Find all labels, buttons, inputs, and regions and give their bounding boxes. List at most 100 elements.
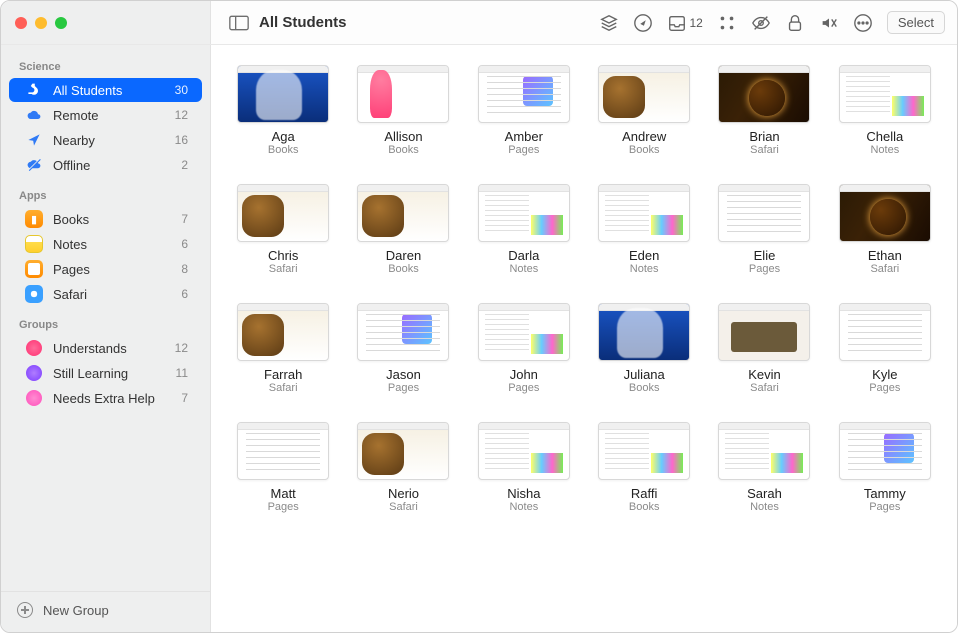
navigate-icon[interactable] bbox=[633, 13, 653, 33]
sidebar-item-label: All Students bbox=[53, 83, 165, 98]
student-tile[interactable]: JasonPages bbox=[357, 303, 449, 394]
student-app: Pages bbox=[869, 382, 900, 394]
screen-thumbnail bbox=[237, 422, 329, 480]
student-name: Chris bbox=[268, 248, 298, 263]
student-app: Pages bbox=[388, 382, 419, 394]
sidebar-item-label: Notes bbox=[53, 237, 171, 252]
student-tile[interactable]: EthanSafari bbox=[839, 184, 931, 275]
student-name: Sarah bbox=[747, 486, 782, 501]
sidebar-section-header: Apps bbox=[1, 184, 210, 206]
student-tile[interactable]: TammyPages bbox=[839, 422, 931, 513]
screen-thumbnail bbox=[718, 65, 810, 123]
student-name: Raffi bbox=[631, 486, 658, 501]
student-name: Kevin bbox=[748, 367, 781, 382]
student-tile[interactable]: AmberPages bbox=[478, 65, 570, 156]
sidebar-item-label: Needs Extra Help bbox=[53, 391, 171, 406]
student-tile[interactable]: DarlaNotes bbox=[478, 184, 570, 275]
student-tile[interactable]: AgaBooks bbox=[237, 65, 329, 156]
sidebar-item-label: Books bbox=[53, 212, 171, 227]
screen-thumbnail bbox=[237, 184, 329, 242]
microscope-icon bbox=[25, 81, 43, 99]
student-app: Books bbox=[629, 501, 660, 513]
sidebar-item-label: Safari bbox=[53, 287, 171, 302]
body: ScienceAll Students30Remote12Nearby16Off… bbox=[1, 45, 957, 632]
screen-thumbnail bbox=[357, 422, 449, 480]
student-app: Pages bbox=[508, 144, 539, 156]
student-name: Ethan bbox=[868, 248, 902, 263]
screen-thumbnail bbox=[839, 303, 931, 361]
student-name: Nerio bbox=[388, 486, 419, 501]
student-tile[interactable]: EdenNotes bbox=[598, 184, 690, 275]
screen-thumbnail bbox=[357, 65, 449, 123]
student-app: Notes bbox=[509, 263, 538, 275]
student-tile[interactable]: RaffiBooks bbox=[598, 422, 690, 513]
student-tile[interactable]: ChrisSafari bbox=[237, 184, 329, 275]
sidebar-item-count: 6 bbox=[181, 287, 188, 301]
maximize-button[interactable] bbox=[55, 17, 67, 29]
sidebar-toggle-icon[interactable] bbox=[229, 15, 249, 31]
student-name: Matt bbox=[271, 486, 296, 501]
sidebar-item-offline[interactable]: Offline2 bbox=[9, 153, 202, 177]
toolbar: All Students 12 bbox=[211, 11, 957, 34]
screen-thumbnail bbox=[478, 422, 570, 480]
sidebar-item-pages[interactable]: Pages8 bbox=[9, 257, 202, 281]
student-tile[interactable]: MattPages bbox=[237, 422, 329, 513]
screen-thumbnail bbox=[598, 422, 690, 480]
student-name: Kyle bbox=[872, 367, 897, 382]
screen-thumbnail bbox=[598, 303, 690, 361]
student-tile[interactable]: AndrewBooks bbox=[598, 65, 690, 156]
sidebar-item-understands[interactable]: Understands12 bbox=[9, 336, 202, 360]
screen-thumbnail bbox=[718, 303, 810, 361]
student-tile[interactable]: DarenBooks bbox=[357, 184, 449, 275]
student-app: Notes bbox=[870, 144, 899, 156]
sidebar-item-all-students[interactable]: All Students30 bbox=[9, 78, 202, 102]
screen-thumbnail bbox=[478, 65, 570, 123]
student-tile[interactable]: EliePages bbox=[718, 184, 810, 275]
student-tile[interactable]: NerioSafari bbox=[357, 422, 449, 513]
sidebar-item-notes[interactable]: Notes6 bbox=[9, 232, 202, 256]
student-tile[interactable]: AllisonBooks bbox=[357, 65, 449, 156]
inbox-icon[interactable]: 12 bbox=[667, 13, 703, 33]
student-tile[interactable]: NishaNotes bbox=[478, 422, 570, 513]
location-icon bbox=[25, 131, 43, 149]
sidebar-section-header: Science bbox=[1, 55, 210, 77]
window-controls bbox=[1, 1, 211, 44]
student-tile[interactable]: KevinSafari bbox=[718, 303, 810, 394]
sidebar-item-nearby[interactable]: Nearby16 bbox=[9, 128, 202, 152]
hide-screens-icon[interactable] bbox=[751, 13, 771, 33]
notes-app-icon bbox=[25, 235, 43, 253]
student-tile[interactable]: KylePages bbox=[839, 303, 931, 394]
screen-thumbnail bbox=[237, 65, 329, 123]
page-title: All Students bbox=[229, 14, 347, 31]
student-app: Safari bbox=[269, 263, 298, 275]
screen-thumbnail bbox=[718, 184, 810, 242]
new-group-button[interactable]: New Group bbox=[1, 591, 210, 632]
sidebar-item-label: Offline bbox=[53, 158, 171, 173]
lock-icon[interactable] bbox=[785, 13, 805, 33]
sidebar-item-still-learning[interactable]: Still Learning11 bbox=[9, 361, 202, 385]
minimize-button[interactable] bbox=[35, 17, 47, 29]
student-tile[interactable]: SarahNotes bbox=[718, 422, 810, 513]
grid-view-icon[interactable] bbox=[717, 13, 737, 33]
sidebar-section-header: Groups bbox=[1, 313, 210, 335]
close-button[interactable] bbox=[15, 17, 27, 29]
offline-icon bbox=[25, 156, 43, 174]
more-icon[interactable] bbox=[853, 13, 873, 33]
page-title-text: All Students bbox=[259, 14, 347, 31]
mute-icon[interactable] bbox=[819, 13, 839, 33]
sidebar-item-books[interactable]: ▮Books7 bbox=[9, 207, 202, 231]
student-app: Books bbox=[388, 144, 419, 156]
student-tile[interactable]: JohnPages bbox=[478, 303, 570, 394]
sidebar-item-safari[interactable]: Safari 6 bbox=[9, 282, 202, 306]
student-tile[interactable]: ChellaNotes bbox=[839, 65, 931, 156]
student-app: Books bbox=[629, 144, 660, 156]
select-button[interactable]: Select bbox=[887, 11, 945, 34]
actions-stack-icon[interactable] bbox=[599, 13, 619, 33]
student-tile[interactable]: JulianaBooks bbox=[598, 303, 690, 394]
student-tile[interactable]: BrianSafari bbox=[718, 65, 810, 156]
sidebar-item-remote[interactable]: Remote12 bbox=[9, 103, 202, 127]
sidebar-item-needs-extra-help[interactable]: Needs Extra Help7 bbox=[9, 386, 202, 410]
student-app: Notes bbox=[509, 501, 538, 513]
student-tile[interactable]: FarrahSafari bbox=[237, 303, 329, 394]
sidebar: ScienceAll Students30Remote12Nearby16Off… bbox=[1, 45, 211, 632]
